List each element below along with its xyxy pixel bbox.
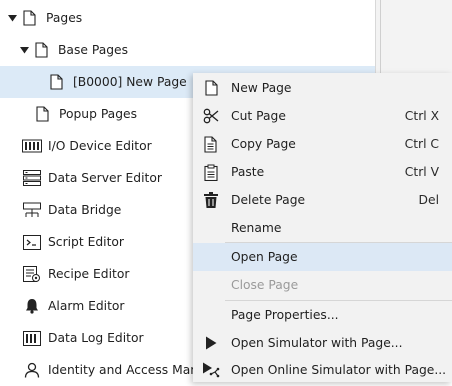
alarm-bell-icon <box>24 298 40 314</box>
menu-item-copy-page[interactable]: Copy Page Ctrl C <box>193 130 452 158</box>
tree-item-pages[interactable]: Pages <box>0 2 375 34</box>
online-play-icon <box>202 361 220 379</box>
page-icon <box>21 10 37 26</box>
menu-item-label: Open Simulator with Page... <box>231 336 403 350</box>
data-log-icon <box>23 330 41 346</box>
menu-item-label: Open Page <box>231 250 298 264</box>
tree-item-label: [B0000] New Page <box>73 75 187 89</box>
menu-item-rename[interactable]: Rename <box>193 214 452 242</box>
menu-item-close-page: Close Page <box>193 271 452 299</box>
menu-item-shortcut: Ctrl X <box>404 109 439 123</box>
clipboard-icon <box>202 163 220 181</box>
menu-item-open-simulator[interactable]: Open Simulator with Page... <box>193 329 452 357</box>
tree-item-label: Recipe Editor <box>48 267 130 281</box>
menu-item-label: Close Page <box>231 278 299 292</box>
script-icon <box>23 234 41 250</box>
tree-item-label: Identity and Access Manag <box>48 363 214 377</box>
tree-item-label: Pages <box>46 11 83 25</box>
menu-item-label: Rename <box>231 221 282 235</box>
menu-item-label: Delete Page <box>231 193 306 207</box>
menu-item-paste[interactable]: Paste Ctrl V <box>193 158 452 186</box>
page-icon <box>34 106 50 122</box>
menu-item-label: Paste <box>231 165 265 179</box>
menu-item-label: New Page <box>231 81 292 95</box>
data-server-icon <box>23 170 41 186</box>
menu-item-shortcut: Ctrl C <box>404 137 439 151</box>
tree-item-label: Alarm Editor <box>48 299 125 313</box>
play-icon <box>202 334 220 352</box>
menu-item-label: Cut Page <box>231 109 286 123</box>
menu-item-new-page[interactable]: New Page <box>193 74 452 102</box>
new-page-icon <box>202 79 220 97</box>
context-menu: New Page Cut Page Ctrl X Copy Page Ctrl … <box>193 73 452 382</box>
io-device-icon <box>22 138 42 154</box>
page-icon <box>33 42 49 58</box>
tree-item-label: I/O Device Editor <box>48 139 152 153</box>
chevron-down-icon[interactable] <box>7 14 17 22</box>
menu-item-open-page[interactable]: Open Page <box>193 243 452 271</box>
copy-icon <box>202 135 220 153</box>
menu-item-page-properties[interactable]: Page Properties... <box>193 301 452 329</box>
menu-item-shortcut: Del <box>418 193 439 207</box>
menu-item-cut-page[interactable]: Cut Page Ctrl X <box>193 102 452 130</box>
data-bridge-icon <box>23 202 41 218</box>
tree-item-label: Data Bridge <box>48 203 122 217</box>
page-icon <box>48 74 64 90</box>
menu-item-label: Copy Page <box>231 137 296 151</box>
menu-item-delete-page[interactable]: Delete Page Del <box>193 186 452 214</box>
tree-item-label: Script Editor <box>48 235 124 249</box>
scissors-icon <box>202 107 220 125</box>
trash-icon <box>202 191 220 209</box>
menu-item-label: Open Online Simulator with Page... <box>231 363 447 377</box>
menu-item-open-online-simulator[interactable]: Open Online Simulator with Page... <box>193 356 452 384</box>
tree-item-label: Base Pages <box>58 43 129 57</box>
tree-item-label: Data Log Editor <box>48 331 144 345</box>
recipe-icon <box>23 265 41 282</box>
tree-item-label: Data Server Editor <box>48 171 162 185</box>
menu-item-label: Page Properties... <box>231 308 339 322</box>
menu-item-shortcut: Ctrl V <box>404 165 439 179</box>
user-icon <box>24 362 40 378</box>
chevron-down-icon[interactable] <box>19 46 29 54</box>
tree-item-base-pages[interactable]: Base Pages <box>0 34 375 66</box>
tree-item-label: Popup Pages <box>59 107 137 121</box>
